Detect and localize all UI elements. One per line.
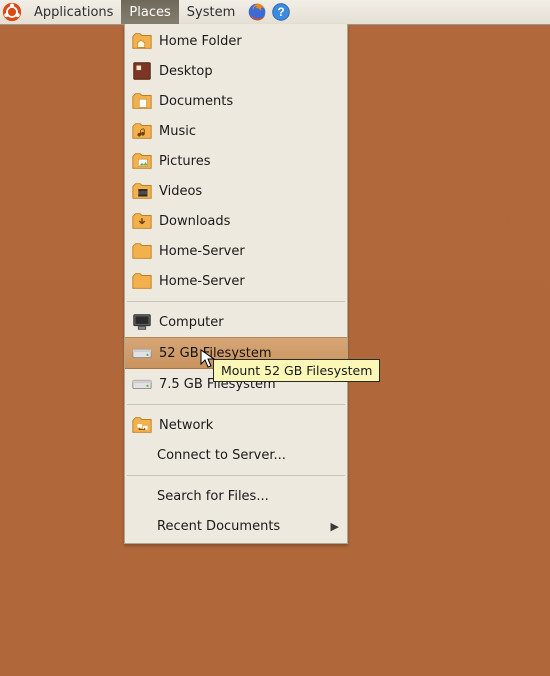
menuitem-network-label: Network: [159, 418, 213, 433]
desktop-icon: [131, 60, 153, 82]
menuitem-desktop[interactable]: Desktop: [125, 56, 347, 86]
menuitem-computer-label: Computer: [159, 315, 224, 330]
panel-launchers: ?: [245, 0, 293, 24]
folder-pictures-icon: [131, 150, 153, 172]
menuitem-documents[interactable]: Documents: [125, 86, 347, 116]
folder-videos-icon: [131, 180, 153, 202]
menuitem-search[interactable]: Search for Files...: [125, 481, 347, 511]
menuitem-music-label: Music: [159, 124, 196, 139]
folder-documents-icon: [131, 90, 153, 112]
menuitem-network[interactable]: Network: [125, 410, 347, 440]
menuitem-home-label: Home Folder: [159, 34, 242, 49]
system-menu[interactable]: System: [179, 0, 243, 24]
folder-icon: [131, 240, 153, 262]
menuitem-videos-label: Videos: [159, 184, 202, 199]
help-icon[interactable]: ?: [271, 2, 291, 22]
menuitem-connect-label: Connect to Server...: [157, 448, 286, 463]
drive-icon: [131, 373, 153, 395]
menuitem-recent-documents[interactable]: Recent Documents ▶: [125, 511, 347, 541]
menuitem-pictures-label: Pictures: [159, 154, 210, 169]
tooltip-text: Mount 52 GB Filesystem: [221, 363, 372, 378]
menuitem-downloads[interactable]: Downloads: [125, 206, 347, 236]
folder-music-icon: [131, 120, 153, 142]
mouse-cursor-icon: [200, 349, 216, 369]
drive-icon: [131, 342, 153, 364]
menuitem-home-server-1[interactable]: Home-Server: [125, 236, 347, 266]
svg-text:?: ?: [278, 6, 285, 19]
menuitem-music[interactable]: Music: [125, 116, 347, 146]
separator: [127, 475, 345, 476]
folder-downloads-icon: [131, 210, 153, 232]
places-label: Places: [129, 5, 170, 20]
places-menu[interactable]: Places: [121, 0, 178, 24]
places-dropdown: Home Folder Desktop Documents Music: [124, 24, 348, 544]
ubuntu-logo-icon: [2, 2, 22, 22]
menuitem-home-server-2-label: Home-Server: [159, 274, 245, 289]
menuitem-recent-label: Recent Documents: [157, 519, 280, 534]
top-panel: Applications Places System ?: [0, 0, 550, 25]
menuitem-videos[interactable]: Videos: [125, 176, 347, 206]
menuitem-desktop-label: Desktop: [159, 64, 213, 79]
applications-label: Applications: [34, 5, 113, 20]
separator: [127, 404, 345, 405]
menuitem-documents-label: Documents: [159, 94, 233, 109]
computer-icon: [131, 311, 153, 333]
folder-icon: [131, 270, 153, 292]
firefox-icon[interactable]: [247, 2, 267, 22]
menuitem-home-server-2[interactable]: Home-Server: [125, 266, 347, 296]
menuitem-home[interactable]: Home Folder: [125, 26, 347, 56]
submenu-arrow-icon: ▶: [331, 520, 339, 533]
menuitem-search-label: Search for Files...: [157, 489, 269, 504]
menuitem-home-server-1-label: Home-Server: [159, 244, 245, 259]
menuitem-downloads-label: Downloads: [159, 214, 230, 229]
menuitem-pictures[interactable]: Pictures: [125, 146, 347, 176]
system-label: System: [187, 5, 235, 20]
applications-menu[interactable]: Applications: [26, 0, 121, 24]
folder-home-icon: [131, 30, 153, 52]
menuitem-computer[interactable]: Computer: [125, 307, 347, 337]
distro-logo[interactable]: [0, 0, 26, 24]
menuitem-connect-server[interactable]: Connect to Server...: [125, 440, 347, 470]
tooltip: Mount 52 GB Filesystem: [213, 359, 380, 382]
separator: [127, 301, 345, 302]
folder-network-icon: [131, 414, 153, 436]
